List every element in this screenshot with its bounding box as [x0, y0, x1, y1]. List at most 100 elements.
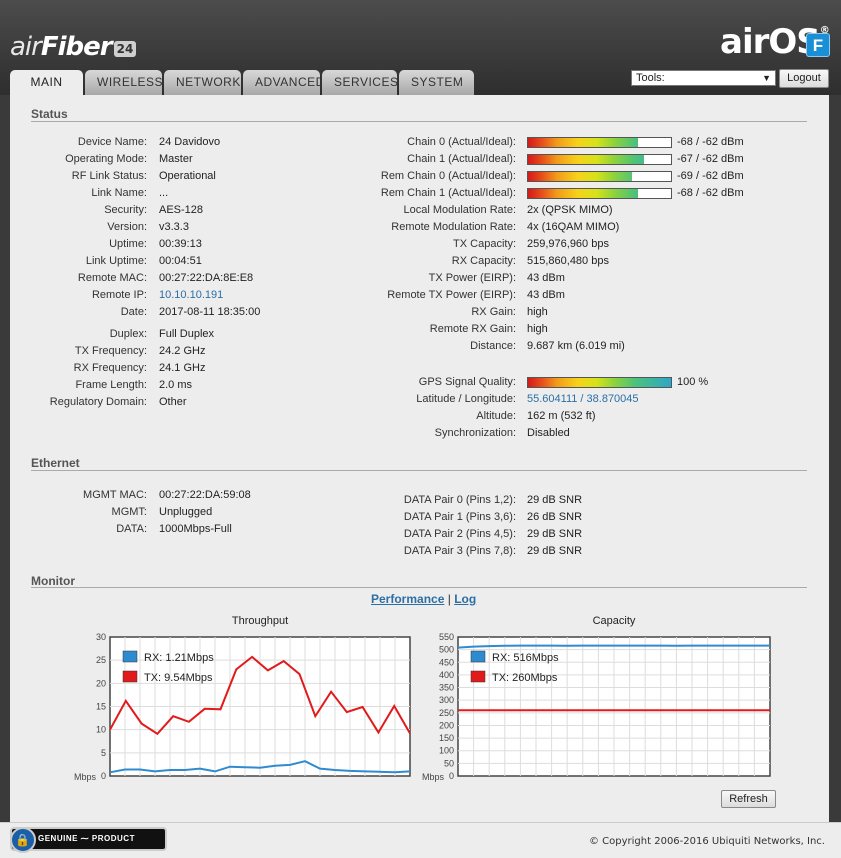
status-right2-2-value: Disabled [527, 427, 570, 439]
main-panel: Status Device Name: 24 Davidovo Operating … [10, 95, 829, 822]
ethernet-section-title: Ethernet [31, 456, 80, 470]
legend-label: TX: 260Mbps [492, 672, 558, 684]
airos-f-badge: F [806, 33, 830, 57]
unit-label: Mbps [74, 772, 97, 782]
status-3-label: Link Name: [91, 187, 147, 199]
y-tick-label: 50 [444, 758, 454, 768]
status-13-value: 24.1 GHz [159, 362, 206, 374]
status-0-label: Device Name: [77, 136, 147, 148]
throughput-chart: Throughput Mbps 0 5 10 15 20 25 30 RX: 1.21Mbps TX… [74, 615, 411, 782]
status-11-value: Full Duplex [159, 328, 215, 340]
status-15-label: Regulatory Domain: [49, 396, 147, 408]
status-right-3-value: 515,860,480 bps [527, 255, 609, 267]
gps-quality-value: 100 % [677, 376, 709, 388]
chain-0-label: Chain 0 (Actual/Ideal): [407, 136, 516, 148]
refresh-button[interactable]: Refresh [721, 790, 776, 808]
y-tick-label: 500 [439, 645, 454, 655]
status-right2-2-label: Synchronization: [434, 427, 516, 439]
status-right-7-label: Remote RX Gain: [429, 323, 516, 335]
chain-1-signal-bar [527, 154, 672, 165]
eth-right-2-label: DATA Pair 2 (Pins 4,5): [403, 528, 516, 540]
eth-right-1-value: 26 dB SNR [527, 511, 583, 523]
status-6-value: 00:39:13 [159, 238, 202, 250]
status-right-1-value: 4x (16QAM MIMO) [527, 221, 620, 233]
chain-3-value: -68 / -62 dBm [677, 187, 744, 199]
chain-2-value: -69 / -62 dBm [677, 170, 744, 182]
status-8-value: 00:27:22:DA:8E:E8 [159, 272, 254, 284]
tools-select[interactable]: Tools: ▼ [631, 70, 776, 86]
chain-1-label: Chain 1 (Actual/Ideal): [407, 153, 516, 165]
legend-label: RX: 1.21Mbps [144, 652, 214, 664]
logout-button[interactable]: Logout [779, 69, 829, 88]
y-tick-label: 450 [439, 657, 454, 667]
y-tick-label: 10 [96, 725, 106, 735]
chain-0-signal-fill [528, 138, 639, 147]
status-right2-0-label: Latitude / Longitude: [416, 393, 516, 405]
chain-3-signal-bar [527, 188, 672, 199]
eth-left-1-value: Unplugged [159, 506, 213, 518]
status-7-label: Link Uptime: [85, 255, 147, 267]
y-tick-label: 15 [96, 702, 106, 712]
status-4-label: Security: [104, 204, 147, 216]
status-right-3-label: RX Capacity: [451, 255, 516, 267]
chain-2-signal-fill [528, 172, 633, 181]
tab-services[interactable]: SERVICES [322, 70, 398, 95]
footer: 🔒 GENUINE ⁓ PRODUCT © Copyright 2006-201… [0, 822, 841, 858]
y-tick-label: 300 [439, 695, 454, 705]
monitor-links: Performance | Log [371, 592, 476, 606]
status-6-label: Uptime: [109, 238, 147, 250]
log-link[interactable]: Log [454, 592, 476, 606]
legend-label: RX: 516Mbps [492, 652, 559, 664]
status-right-2-value: 259,976,960 bps [527, 238, 609, 250]
eth-right-1-label: DATA Pair 1 (Pins 3,6): [403, 511, 516, 523]
tab-main[interactable]: MAIN [10, 70, 83, 96]
tab-system[interactable]: SYSTEM [399, 70, 474, 95]
status-14-label: Frame Length: [75, 379, 147, 391]
y-tick-label: 550 [439, 632, 454, 642]
monitor-divider [31, 587, 807, 588]
y-tick-label: 350 [439, 683, 454, 693]
status-right-2-label: TX Capacity: [453, 238, 516, 250]
status-5-value: v3.3.3 [159, 221, 189, 233]
status-4-value: AES-128 [159, 204, 204, 216]
y-tick-label: 250 [439, 708, 454, 718]
status-13-label: RX Frequency: [73, 362, 147, 374]
tab-advanced[interactable]: ADVANCED [243, 70, 324, 95]
copyright-text: © Copyright 2006-2016 Ubiquiti Networks,… [589, 836, 825, 847]
status-9-value[interactable]: 10.10.10.191 [159, 289, 223, 303]
monitor-section-title: Monitor [31, 574, 75, 588]
status-15-value: Other [159, 396, 187, 408]
y-tick-label: 20 [96, 678, 106, 688]
status-right-6-label: RX Gain: [471, 306, 516, 318]
y-tick-label: 0 [101, 771, 106, 781]
status-0-value: 24 Davidovo [159, 136, 221, 148]
status-10-label: Date: [120, 306, 147, 318]
status-right2-1-value: 162 m (532 ft) [527, 410, 596, 422]
status-right-8-value: 9.687 km (6.019 mi) [527, 340, 625, 352]
y-tick-label: 150 [439, 733, 454, 743]
status-right2-0-value[interactable]: 55.604111 / 38.870045 [527, 393, 639, 407]
y-tick-label: 0 [449, 771, 454, 781]
legend-label: TX: 9.54Mbps [144, 672, 213, 684]
eth-left-0-label: MGMT MAC: [83, 489, 147, 501]
eth-left-0-value: 00:27:22:DA:59:08 [159, 489, 251, 501]
chain-1-signal-fill [528, 155, 644, 164]
status-right-6-value: high [527, 306, 548, 318]
status-right-5-label: Remote TX Power (EIRP): [387, 289, 516, 301]
eth-right-3-value: 29 dB SNR [527, 545, 583, 557]
gps-quality-bar [527, 377, 672, 388]
status-1-label: Operating Mode: [65, 153, 147, 165]
status-right-4-label: TX Power (EIRP): [428, 272, 516, 284]
status-10-value: 2017-08-11 18:35:00 [159, 306, 261, 318]
performance-link[interactable]: Performance [371, 592, 444, 606]
eth-left-2-label: DATA: [116, 523, 147, 535]
tab-wireless[interactable]: WIRELESS [85, 70, 163, 95]
chart-title: Throughput [232, 615, 288, 627]
legend-swatch [470, 670, 486, 683]
chain-0-value: -68 / -62 dBm [677, 136, 744, 148]
status-right-1-label: Remote Modulation Rate: [391, 221, 516, 233]
eth-right-3-label: DATA Pair 3 (Pins 7,8): [403, 545, 516, 557]
tab-network[interactable]: NETWORK [164, 70, 241, 95]
status-3-value: ... [159, 187, 169, 199]
status-2-value: Operational [159, 170, 216, 182]
